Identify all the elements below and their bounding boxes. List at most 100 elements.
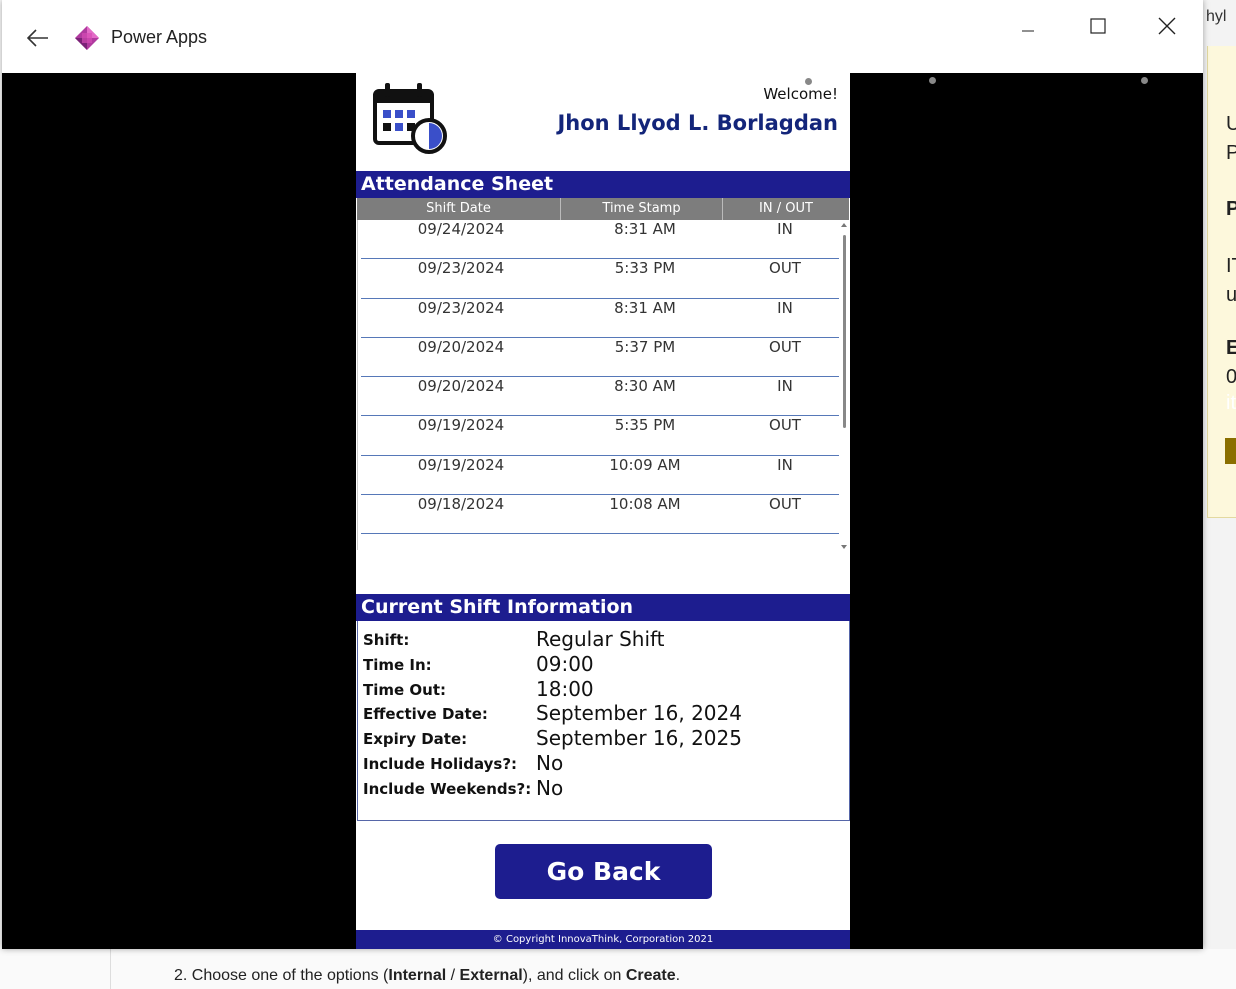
attendance-gallery[interactable]: 09/24/2024 8:31 AM IN 09/23/2024 5:33 PM OUT… (357, 220, 849, 550)
field-value: September 16, 2025 (536, 726, 742, 750)
in-out-cell: OUT (769, 337, 801, 356)
scroll-down-arrow-icon[interactable] (841, 545, 847, 549)
close-icon (1158, 17, 1176, 35)
copyright-footer: © Copyright InnovaThink, Corporation 202… (356, 930, 850, 949)
shift-field-include-holidays: Include Holidays?: No (363, 751, 843, 775)
field-value: No (536, 776, 564, 800)
shift-date-cell: 09/23/2024 (417, 259, 505, 278)
column-header-time-stamp: Time Stamp (561, 198, 723, 220)
shift-date-cell: 09/19/2024 (417, 416, 505, 435)
scrollbar-thumb[interactable] (843, 235, 846, 428)
shift-date-cell: 09/18/2024 (417, 495, 505, 514)
field-value: No (536, 751, 564, 775)
calendar-clock-icon (373, 83, 447, 154)
table-row[interactable]: 09/18/2024 10:08 AM OUT (358, 495, 849, 535)
time-stamp-cell: 8:30 AM (614, 377, 676, 396)
note-line: IT (1226, 255, 1236, 277)
time-stamp-cell: 8:31 AM (614, 220, 676, 238)
shift-date-cell: 09/20/2024 (417, 337, 505, 356)
shift-field-time-in: Time In: 09:00 (363, 652, 843, 676)
shift-info-panel: Shift: Regular Shift Time In: 09:00 Time… (357, 621, 850, 821)
table-row[interactable]: 09/23/2024 8:31 AM IN (358, 299, 849, 338)
field-label: Time Out: (363, 681, 446, 699)
in-out-cell: OUT (769, 495, 801, 514)
column-header-shift-date: Shift Date (357, 198, 561, 220)
field-label: Include Weekends?: (363, 780, 532, 798)
background-tab[interactable]: hyl (1206, 8, 1236, 38)
time-stamp-cell: 8:31 AM (614, 298, 676, 317)
close-button[interactable] (1144, 12, 1190, 40)
canvas-handle-dot (929, 77, 936, 84)
shift-info-header: Current Shift Information (356, 594, 850, 621)
note-line: E (1226, 337, 1236, 360)
time-stamp-cell: 5:37 PM (614, 337, 676, 356)
highlight-mark (1225, 438, 1236, 464)
field-label: Effective Date: (363, 705, 488, 723)
note-line: P (1226, 198, 1236, 221)
field-value: September 16, 2024 (536, 701, 742, 725)
time-stamp-cell: 5:35 PM (614, 416, 676, 435)
in-out-cell: IN (777, 455, 793, 474)
field-value: 18:00 (536, 677, 594, 701)
maximize-icon (1090, 18, 1106, 34)
shift-field-include-weekends: Include Weekends?: No (363, 776, 843, 800)
field-label: Include Holidays?: (363, 755, 518, 773)
field-value: 09:00 (536, 652, 594, 676)
gallery-scrollbar[interactable] (840, 223, 849, 549)
shift-date-cell: 09/19/2024 (417, 455, 505, 474)
back-arrow-icon (27, 29, 48, 47)
power-apps-logo-icon (75, 26, 99, 50)
title-bar: Power Apps (2, 0, 1203, 73)
canvas-handle-dot (1141, 77, 1148, 84)
in-out-cell: IN (777, 377, 793, 396)
in-out-cell: IN (777, 220, 793, 238)
field-label: Time In: (363, 656, 432, 674)
time-stamp-cell: 10:08 AM (609, 495, 681, 514)
table-row[interactable]: 09/19/2024 10:09 AM IN (358, 455, 849, 496)
in-out-cell: OUT (769, 416, 801, 435)
table-row[interactable]: 09/20/2024 5:37 PM OUT (358, 337, 849, 378)
shift-field-effective-date: Effective Date: September 16, 2024 (363, 701, 843, 725)
note-line: 0 (1226, 366, 1236, 389)
table-row[interactable]: 09/20/2024 8:30 AM IN (358, 377, 849, 417)
welcome-label: Welcome! (763, 85, 838, 103)
app-title: Power Apps (111, 27, 208, 47)
app-screen: Welcome! Jhon Llyod L. Borlagdan Attenda… (356, 73, 850, 949)
note-line: P (1226, 142, 1236, 165)
maximize-button[interactable] (1075, 12, 1121, 40)
in-out-cell: IN (777, 298, 793, 317)
in-out-cell: OUT (769, 259, 801, 278)
background-step-text: 2. Choose one of the options (Internal /… (174, 967, 681, 984)
table-row[interactable]: 09/24/2024 8:31 AM IN (358, 220, 849, 260)
field-label: Expiry Date: (363, 730, 468, 748)
power-apps-window: Power Apps Welcome! Jhon Llyod L. Borlag… (2, 0, 1203, 949)
user-name: Jhon Llyod L. Borlagdan (557, 111, 838, 135)
shift-field-time-out: Time Out: 18:00 (363, 677, 843, 701)
table-row[interactable] (358, 534, 849, 550)
table-row[interactable]: 09/23/2024 5:33 PM OUT (358, 259, 849, 299)
field-value: Regular Shift (536, 627, 665, 651)
background-divider (110, 949, 111, 989)
field-label: Shift: (363, 631, 410, 649)
shift-field-shift: Shift: Regular Shift (363, 627, 843, 651)
time-stamp-cell: 5:33 PM (614, 259, 676, 278)
back-arrow-button[interactable] (24, 24, 52, 52)
minimize-icon (1022, 30, 1034, 32)
scroll-up-arrow-icon[interactable] (841, 223, 847, 227)
note-line: it (1226, 392, 1236, 414)
shift-date-cell: 09/23/2024 (417, 298, 505, 317)
shift-field-expiry-date: Expiry Date: September 16, 2025 (363, 726, 843, 750)
minimize-button[interactable] (1005, 12, 1051, 40)
attendance-table-header: Shift Date Time Stamp IN / OUT (357, 198, 849, 220)
shift-date-cell: 09/20/2024 (417, 377, 505, 396)
shift-date-cell: 09/24/2024 (417, 220, 505, 238)
note-line: U (1226, 113, 1236, 136)
column-header-in-out: IN / OUT (759, 201, 813, 216)
time-stamp-cell: 10:09 AM (609, 455, 681, 474)
canvas-handle-dot (805, 78, 812, 85)
note-line: u (1226, 284, 1236, 307)
attendance-sheet-header: Attendance Sheet (356, 171, 850, 198)
background-note-panel: U P P IT u E 0 it (1207, 46, 1236, 518)
table-row[interactable]: 09/19/2024 5:35 PM OUT (358, 416, 849, 456)
go-back-button[interactable]: Go Back (495, 844, 712, 899)
